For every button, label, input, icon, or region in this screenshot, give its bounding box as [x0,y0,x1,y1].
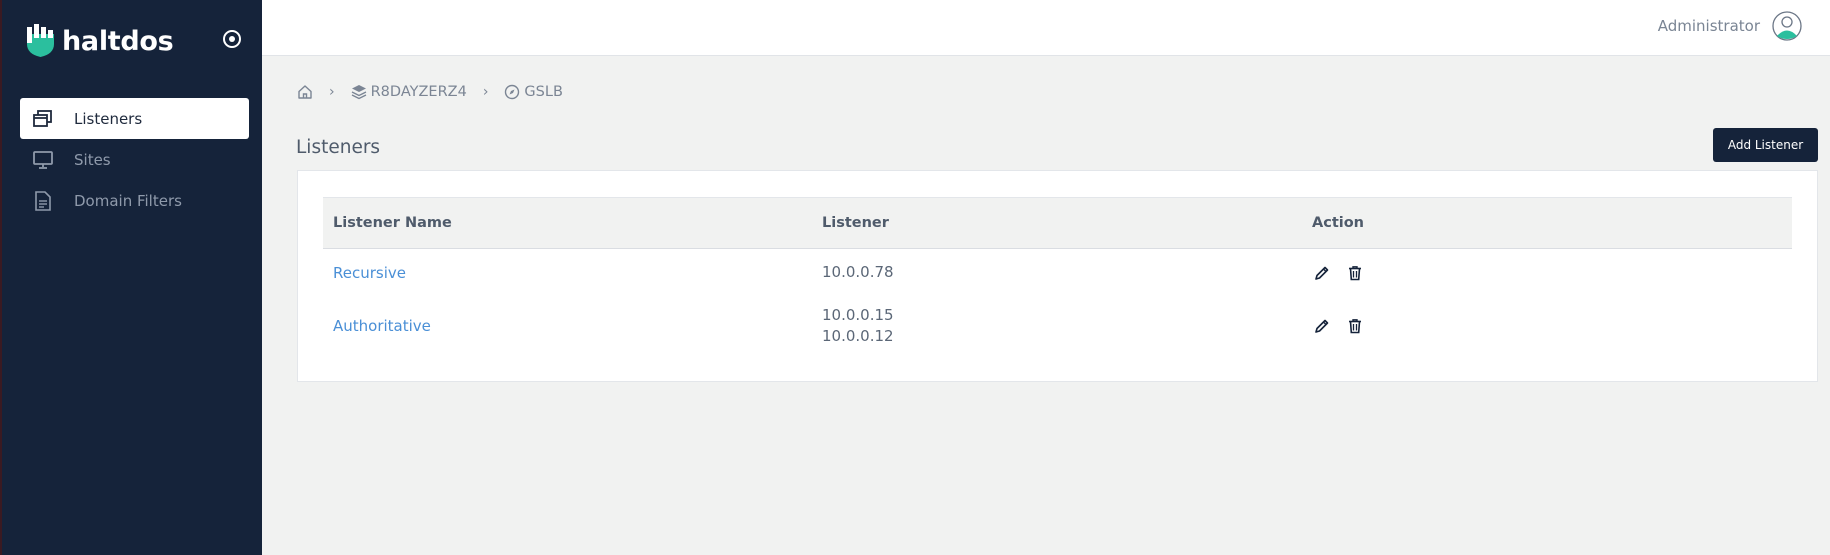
sidebar-nav: Listeners Sites Domain Filters [20,98,249,221]
breadcrumb-item-gslb[interactable]: GSLB [504,84,563,100]
breadcrumb-item-device[interactable]: R8DAYZERZ4 [351,84,467,100]
cell-listener: 10.0.0.15 10.0.0.12 [812,305,1302,347]
breadcrumb-label: GSLB [524,84,563,100]
listeners-card: Listener Name Listener Action Recursive … [297,170,1818,382]
windows-icon [32,108,54,130]
user-avatar-icon [1772,11,1802,41]
brand-name: haltdos [62,25,174,57]
sidebar-item-listeners[interactable]: Listeners [20,98,249,139]
target-settings-icon[interactable] [220,27,244,51]
home-icon [298,85,312,99]
layers-icon [351,85,366,100]
cell-listener: 10.0.0.78 [812,262,1302,283]
user-name: Administrator [1657,17,1760,35]
sidebar-item-label: Sites [74,150,111,169]
column-header-listener[interactable]: Listener [812,215,1302,231]
listener-name-link[interactable]: Recursive [333,264,406,282]
table-row: Authoritative 10.0.0.15 10.0.0.12 [323,296,1792,356]
add-listener-button[interactable]: Add Listener [1713,128,1818,162]
monitor-icon [32,149,54,171]
sidebar-item-domain-filters[interactable]: Domain Filters [20,180,249,221]
sidebar-item-label: Domain Filters [74,191,182,210]
listeners-table: Listener Name Listener Action Recursive … [323,197,1792,356]
breadcrumb-home[interactable] [297,84,313,100]
edit-icon[interactable] [1312,316,1332,336]
breadcrumb-separator: › [329,84,335,100]
column-header-listener-name[interactable]: Listener Name [323,215,812,231]
breadcrumb: › R8DAYZERZ4 › GSLB [297,84,563,100]
logo[interactable]: haltdos [26,24,174,58]
page-title: Listeners [296,137,381,158]
table-row: Recursive 10.0.0.78 [323,249,1792,296]
sidebar-item-sites[interactable]: Sites [20,139,249,180]
sidebar-item-label: Listeners [74,109,143,128]
edit-icon[interactable] [1312,263,1332,283]
cell-listener-name: Authoritative [323,317,812,335]
cell-listener-name: Recursive [323,264,812,282]
compass-icon [505,84,520,100]
listener-ip: 10.0.0.15 [822,306,894,324]
column-header-action: Action [1312,215,1365,231]
user-menu[interactable]: Administrator [1658,11,1802,41]
breadcrumb-separator: › [482,84,489,100]
listener-name-link[interactable]: Authoritative [333,317,431,335]
listener-ip: 10.0.0.78 [822,263,894,281]
top-bar: Administrator [262,0,1830,56]
document-icon [32,190,54,212]
listener-ip: 10.0.0.12 [822,327,894,345]
cell-actions [1302,316,1792,336]
breadcrumb-label: R8DAYZERZ4 [370,84,467,100]
cell-actions [1302,263,1792,283]
sidebar: haltdos Listeners Sites Domain Filters [0,0,262,555]
trash-icon[interactable] [1345,263,1365,283]
table-header: Listener Name Listener Action [323,197,1792,249]
haltdos-logo-icon [27,24,54,57]
trash-icon[interactable] [1345,316,1365,336]
